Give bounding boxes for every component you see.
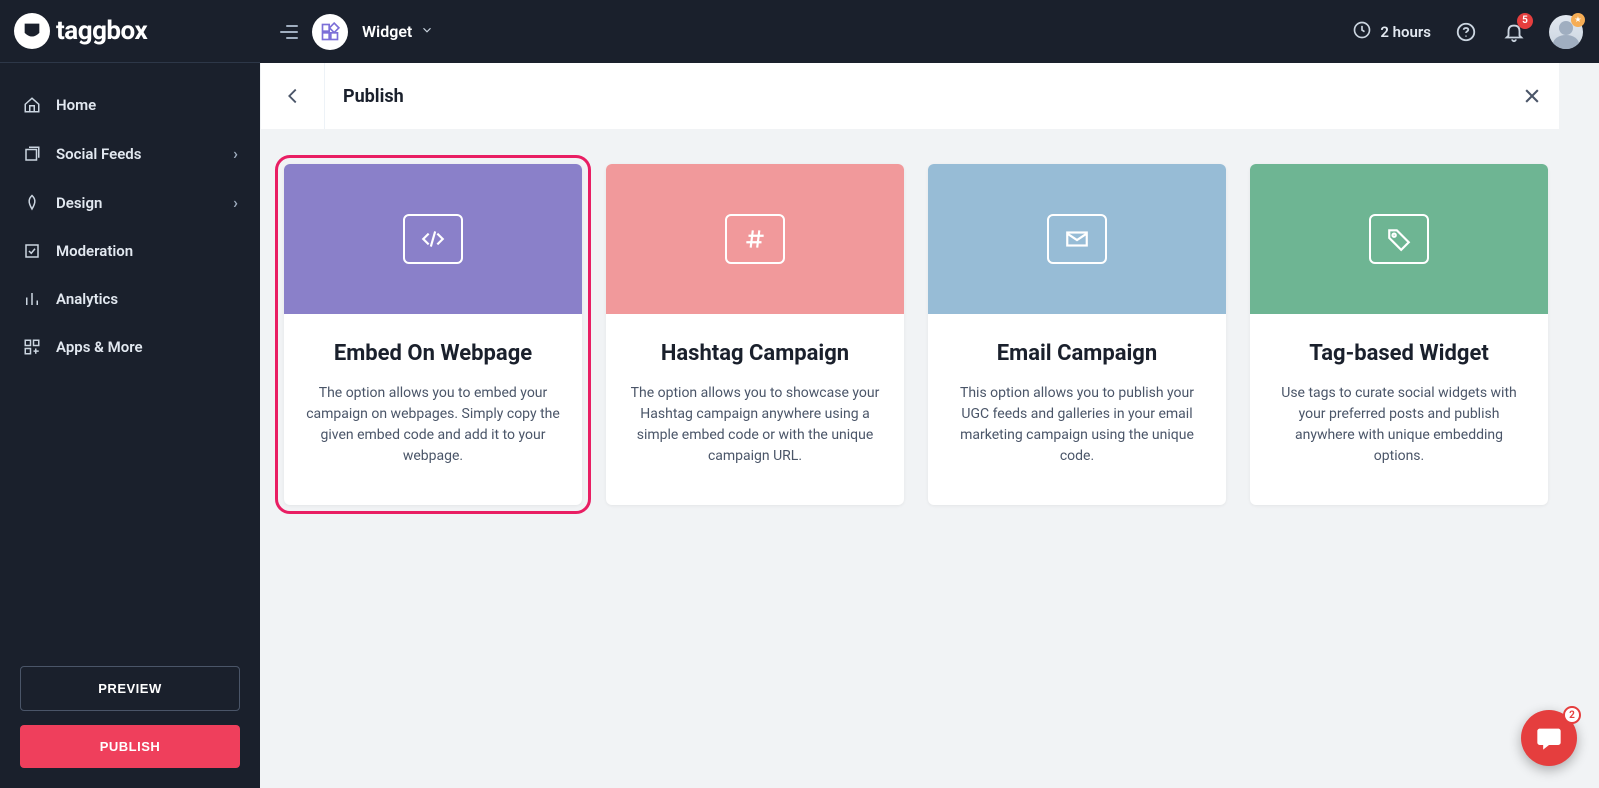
brand-logo[interactable]: taggbox <box>0 0 260 63</box>
session-time-label: 2 hours <box>1380 23 1431 41</box>
session-time[interactable]: 2 hours <box>1352 20 1431 44</box>
help-button[interactable] <box>1453 19 1479 45</box>
nav-analytics[interactable]: Analytics <box>0 275 260 323</box>
nav-design[interactable]: Design › <box>0 178 260 227</box>
user-menu[interactable]: ★ <box>1549 15 1583 49</box>
notifications-button[interactable]: 5 <box>1501 19 1527 45</box>
chat-icon <box>1535 724 1563 752</box>
nav-social-feeds[interactable]: Social Feeds › <box>0 129 260 178</box>
card-embed-webpage[interactable]: Embed On Webpage The option allows you t… <box>284 164 582 505</box>
sidebar: taggbox Home Social Feeds › Design › <box>0 0 260 788</box>
card-title: Tag-based Widget <box>1272 340 1526 369</box>
back-button[interactable] <box>261 63 325 129</box>
card-hashtag-campaign[interactable]: Hashtag Campaign The option allows you t… <box>606 164 904 505</box>
card-tag-based-widget[interactable]: Tag-based Widget Use tags to curate soci… <box>1250 164 1548 505</box>
content-header: Publish <box>260 63 1559 129</box>
card-hero <box>606 164 904 314</box>
chat-badge: 2 <box>1563 706 1581 724</box>
card-title: Hashtag Campaign <box>628 340 882 369</box>
chevron-right-icon: › <box>233 193 238 212</box>
nav-item-label: Design <box>56 194 102 212</box>
feeds-icon <box>22 145 42 163</box>
widget-selector-dropdown[interactable] <box>420 23 434 40</box>
email-icon <box>1047 214 1107 264</box>
nav-item-label: Apps & More <box>56 338 143 356</box>
publish-button[interactable]: PUBLISH <box>20 725 240 768</box>
close-button[interactable] <box>1505 63 1559 129</box>
analytics-icon <box>22 290 42 308</box>
tag-icon <box>1369 214 1429 264</box>
card-description: This option allows you to publish your U… <box>950 383 1204 467</box>
brand-name: taggbox <box>56 16 147 46</box>
sidebar-nav: Home Social Feeds › Design › Moderation <box>0 63 260 646</box>
nav-item-label: Analytics <box>56 290 118 308</box>
card-email-campaign[interactable]: Email Campaign This option allows you to… <box>928 164 1226 505</box>
nav-moderation[interactable]: Moderation <box>0 227 260 275</box>
nav-home[interactable]: Home <box>0 81 260 129</box>
design-icon <box>22 194 42 212</box>
chat-launcher[interactable]: 2 <box>1521 710 1577 766</box>
hashtag-icon <box>725 214 785 264</box>
chevron-right-icon: › <box>233 144 238 163</box>
nav-item-label: Moderation <box>56 242 133 260</box>
card-description: Use tags to curate social widgets with y… <box>1272 383 1526 467</box>
clock-icon <box>1352 20 1372 44</box>
card-hero <box>1250 164 1548 314</box>
sidebar-actions: PREVIEW PUBLISH <box>0 646 260 788</box>
topbar: Widget 2 hours 5 ★ <box>260 0 1599 63</box>
card-hero <box>284 164 582 314</box>
brand-logo-icon <box>14 13 50 49</box>
widget-selector-label: Widget <box>362 22 412 41</box>
card-description: The option allows you to showcase your H… <box>628 383 882 467</box>
widget-type-icon <box>312 14 348 50</box>
notifications-count: 5 <box>1517 13 1533 29</box>
page-title: Publish <box>343 86 404 107</box>
user-star-badge-icon: ★ <box>1571 13 1585 27</box>
moderation-icon <box>22 242 42 260</box>
card-title: Embed On Webpage <box>306 340 560 369</box>
nav-item-label: Home <box>56 96 96 114</box>
card-hero <box>928 164 1226 314</box>
card-title: Email Campaign <box>950 340 1204 369</box>
menu-toggle-button[interactable] <box>280 25 298 39</box>
preview-button[interactable]: PREVIEW <box>20 666 240 711</box>
nav-item-label: Social Feeds <box>56 145 141 163</box>
nav-apps-more[interactable]: Apps & More <box>0 323 260 371</box>
publish-options: Embed On Webpage The option allows you t… <box>268 144 1599 788</box>
home-icon <box>22 96 42 114</box>
apps-icon <box>22 338 42 356</box>
card-description: The option allows you to embed your camp… <box>306 383 560 467</box>
embed-code-icon <box>403 214 463 264</box>
